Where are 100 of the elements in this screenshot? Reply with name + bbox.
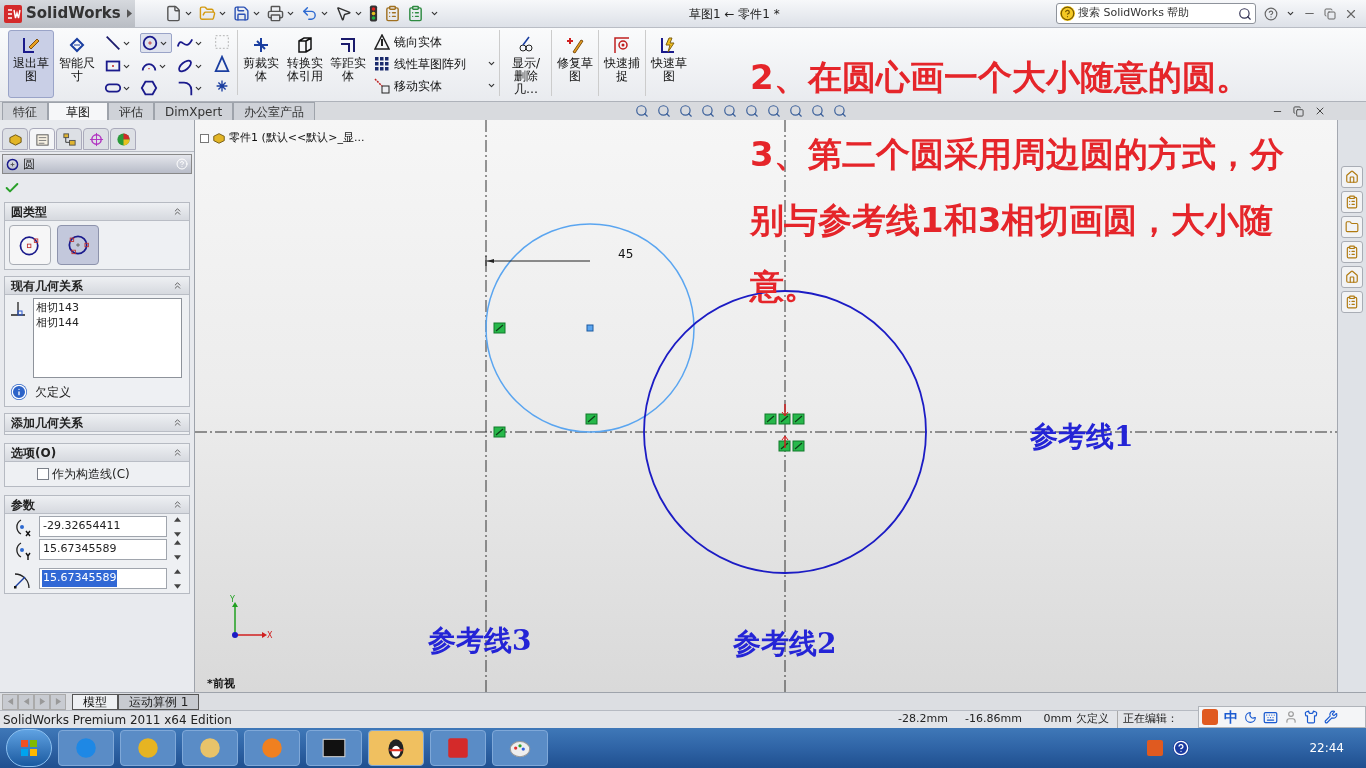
keyboard-icon[interactable] [1263, 709, 1278, 725]
dropdown-caret-icon[interactable] [1286, 9, 1295, 18]
panel-tab[interactable] [110, 128, 136, 150]
parameter-field[interactable]: -29.32654411 [39, 516, 167, 537]
model-tab[interactable]: 运动算例 1 [118, 693, 200, 710]
command-link[interactable]: 镜向实体 [394, 32, 442, 51]
collapse-icon[interactable] [172, 499, 183, 510]
panel-tab[interactable] [2, 128, 28, 150]
close-icon[interactable] [1314, 105, 1326, 117]
save-icon[interactable] [233, 5, 250, 22]
circle-type-button[interactable] [57, 225, 99, 265]
dropdown-caret-icon[interactable] [487, 81, 496, 90]
task-pane-tab[interactable] [1341, 241, 1363, 263]
ribbon-button[interactable]: 快速捕捉 [601, 30, 643, 98]
ime-mode[interactable]: 中 [1224, 706, 1238, 728]
command-link[interactable]: 移动实体 [394, 76, 442, 95]
dropdown-caret-icon[interactable] [320, 9, 329, 18]
moon-icon[interactable] [1244, 710, 1257, 724]
task-pane-tab[interactable] [1341, 191, 1363, 213]
expand-arrow-icon[interactable] [127, 9, 132, 18]
task-pane-tab[interactable] [1341, 216, 1363, 238]
traffic-light-icon[interactable] [369, 5, 378, 22]
shirt-icon[interactable] [1304, 710, 1318, 724]
panel-tab[interactable] [56, 128, 82, 150]
collapse-icon[interactable] [172, 417, 183, 428]
circle-tool-icon[interactable] [141, 34, 159, 52]
dropdown-caret-icon[interactable] [430, 9, 439, 18]
construction-checkbox[interactable] [37, 468, 49, 480]
print-icon[interactable] [267, 5, 284, 22]
select-pointer-icon[interactable] [335, 5, 352, 22]
relation-item[interactable]: 相切143 [36, 300, 179, 315]
command-tab[interactable]: 特征 [2, 102, 48, 120]
relations-list[interactable]: 相切143 相切144 [33, 298, 182, 378]
search-box[interactable]: 搜索 SolidWorks 帮助 [1056, 3, 1256, 24]
undo-icon[interactable] [301, 5, 318, 22]
command-tab[interactable]: 办公室产品 [233, 102, 316, 120]
sketch-circle[interactable] [485, 223, 695, 433]
dropdown-caret-icon[interactable] [487, 59, 496, 68]
spin-buttons[interactable] [171, 516, 183, 537]
dropdown-caret-icon[interactable] [286, 9, 295, 18]
section-header[interactable]: 参数 [5, 496, 189, 514]
polygon-tool-icon[interactable] [140, 79, 158, 97]
zoom-area-icon[interactable] [657, 104, 672, 118]
dropdown-caret-icon[interactable] [354, 9, 363, 18]
dropdown-caret-icon[interactable] [252, 9, 261, 18]
section-header[interactable]: 圆类型 [5, 203, 189, 221]
ime-toolbar[interactable]: 中 [1198, 706, 1366, 728]
taskbar-app-button[interactable] [306, 730, 362, 766]
taskbar-app-button[interactable] [368, 730, 424, 766]
command-tab[interactable]: DimXpert [154, 102, 234, 120]
section-header[interactable]: 添加几何关系 [5, 414, 189, 432]
task-pane-tab[interactable] [1341, 266, 1363, 288]
panel-tab[interactable] [29, 128, 55, 150]
dropdown-caret-icon[interactable] [184, 9, 193, 18]
command-tab[interactable]: 草图 [48, 102, 108, 120]
relation-item[interactable]: 相切144 [36, 315, 179, 330]
circle-type-button[interactable] [9, 225, 51, 265]
ribbon-button[interactable]: 等距实体 [327, 30, 369, 98]
ribbon-button[interactable]: 剪裁实体 [239, 30, 283, 98]
spin-buttons[interactable] [171, 568, 183, 589]
fillet-tool-icon[interactable] [176, 79, 194, 97]
restore-icon[interactable] [1324, 7, 1336, 20]
spin-buttons[interactable] [171, 539, 183, 560]
options-icon[interactable] [384, 5, 401, 22]
expand-toggle[interactable] [200, 133, 209, 143]
model-tab[interactable]: 模型 [72, 693, 118, 710]
collapse-icon[interactable] [172, 447, 183, 458]
help-search-field[interactable]: 搜索 SolidWorks 帮助 [1078, 5, 1235, 22]
search-icon[interactable] [1238, 6, 1252, 21]
parameter-field[interactable]: 15.67345589 [39, 539, 167, 560]
ribbon-button[interactable]: 显示/删除几… [503, 30, 549, 98]
ellipse-tool-icon[interactable] [176, 57, 194, 75]
command-tab[interactable]: 评估 [108, 102, 154, 120]
checklist-icon[interactable] [407, 5, 424, 22]
ribbon-button[interactable]: 快速草图 [648, 30, 690, 98]
app-logo[interactable]: SolidWorks [0, 0, 135, 28]
line-tool-icon[interactable] [104, 34, 122, 52]
dimension-value[interactable]: 45 [618, 245, 634, 263]
collapse-icon[interactable] [172, 280, 183, 291]
dropdown-caret-icon[interactable] [218, 9, 227, 18]
ribbon-button[interactable]: 转换实体引用 [284, 30, 326, 98]
feature-tree-item[interactable]: 零件1 (默认<<默认>_显... [229, 130, 365, 147]
wrench-icon[interactable] [1324, 710, 1338, 724]
command-link[interactable]: 线性草图阵列 [394, 54, 466, 73]
task-pane-tab[interactable] [1341, 166, 1363, 188]
ribbon-button[interactable]: 智能尺寸 [55, 30, 99, 98]
clock-time[interactable]: 22:44 [1309, 739, 1344, 757]
ribbon-button[interactable]: 退出草图 [8, 30, 54, 98]
parameter-field[interactable]: 15.67345589 [39, 568, 167, 589]
section-header[interactable]: 选项(O) [5, 444, 189, 462]
ribbon-button[interactable]: 修复草图 [554, 30, 596, 98]
start-button[interactable] [6, 729, 52, 767]
zoom-fit-icon[interactable] [635, 104, 650, 118]
task-pane-tab[interactable] [1341, 291, 1363, 313]
collapse-icon[interactable] [172, 206, 183, 217]
text-tool-icon[interactable] [213, 55, 231, 73]
panel-tab[interactable] [83, 128, 109, 150]
new-file-icon[interactable] [165, 5, 182, 22]
section-header[interactable]: 现有几何关系 [5, 277, 189, 295]
restore-icon[interactable] [1293, 105, 1304, 117]
